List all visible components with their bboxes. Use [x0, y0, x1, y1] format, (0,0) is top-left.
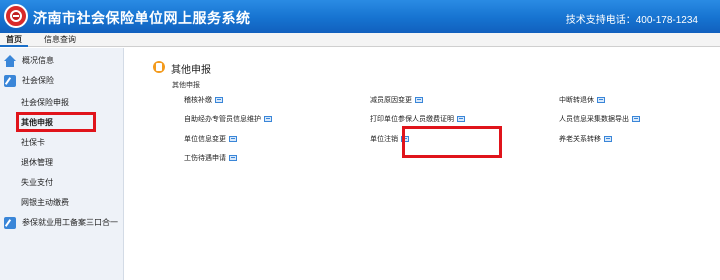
tab-info-query[interactable]: 信息查询 — [38, 33, 82, 47]
sidebar-item-unemployment[interactable]: 失业支付 — [0, 174, 124, 192]
section-subtitle: 其他申报 — [172, 82, 200, 89]
edit-icon — [4, 75, 16, 87]
link-interrupt-to-retire[interactable]: 中断转退休 — [559, 96, 605, 106]
link-agent-info-maintain[interactable]: 自助经办专管员信息维护 — [184, 115, 272, 125]
link-print-payment-proof[interactable]: 打印单位参保人员缴费证明 — [370, 115, 465, 125]
sidebar-item-social-insurance[interactable]: 社会保险 — [0, 72, 124, 90]
section-title: 其他申报 — [171, 65, 211, 76]
sidebar-item-social-card[interactable]: 社保卡 — [0, 134, 124, 152]
link-label: 减员原因变更 — [370, 97, 412, 104]
top-nav: 首页 信息查询 — [0, 33, 720, 47]
link-label: 自助经办专管员信息维护 — [184, 116, 261, 123]
highlight-box-sidebar — [16, 112, 96, 132]
link-injury-benefit-apply[interactable]: 工伤待遇申请 — [184, 154, 237, 164]
open-icon — [632, 116, 640, 123]
link-label: 稽核补缴 — [184, 97, 212, 104]
link-reduction-reason-change[interactable]: 减员原因变更 — [370, 96, 423, 106]
link-label: 养老关系转移 — [559, 136, 601, 143]
sidebar: 概况信息 社会保险 社会保险申报 其他申报 社保卡 退休管理 失业支付 网银主动… — [0, 48, 124, 280]
app-title: 济南市社会保险单位网上服务系统 — [33, 10, 251, 26]
edit-icon — [4, 217, 16, 229]
open-icon — [597, 97, 605, 104]
open-icon — [415, 97, 423, 104]
main-content: 其他申报 其他申报 稽核补缴 减员原因变更 中断转退休 自助经办专管员信息维护 … — [125, 48, 720, 280]
link-label: 人员信息采集数据导出 — [559, 116, 629, 123]
open-icon — [604, 136, 612, 143]
home-icon — [4, 55, 16, 67]
open-icon — [264, 116, 272, 123]
open-icon — [457, 116, 465, 123]
sidebar-item-social-insurance-declare[interactable]: 社会保险申报 — [0, 94, 124, 112]
link-audit-backpay[interactable]: 稽核补缴 — [184, 96, 223, 106]
link-pension-transfer[interactable]: 养老关系转移 — [559, 135, 612, 145]
tab-home[interactable]: 首页 — [0, 33, 28, 47]
highlight-box-pension-transfer — [402, 126, 502, 158]
support-phone: 技术支持电话：400-178-1234 — [565, 15, 698, 26]
open-icon — [229, 136, 237, 143]
link-label: 单位注销 — [370, 136, 398, 143]
link-label: 单位信息变更 — [184, 136, 226, 143]
sidebar-item-overview[interactable]: 概况信息 — [0, 52, 124, 70]
sidebar-item-label: 概况信息 — [22, 56, 54, 65]
link-personnel-data-export[interactable]: 人员信息采集数据导出 — [559, 115, 640, 125]
open-icon — [229, 155, 237, 162]
sidebar-item-retirement[interactable]: 退休管理 — [0, 154, 124, 172]
sidebar-item-online-payment[interactable]: 网银主动缴费 — [0, 194, 124, 212]
link-label: 打印单位参保人员缴费证明 — [370, 116, 454, 123]
link-unit-info-change[interactable]: 单位信息变更 — [184, 135, 237, 145]
sidebar-item-employment-filing[interactable]: 参保就业用工备案三口合一 — [0, 214, 124, 232]
link-label: 工伤待遇申请 — [184, 155, 226, 162]
sidebar-item-label: 社会保险 — [22, 76, 54, 85]
app-header: 济南市社会保险单位网上服务系统 技术支持电话：400-178-1234 — [0, 0, 720, 33]
social-insurance-logo-icon — [4, 4, 28, 28]
open-icon — [215, 97, 223, 104]
sidebar-item-label: 参保就业用工备案三口合一 — [22, 218, 118, 227]
document-icon — [153, 61, 165, 73]
link-label: 中断转退休 — [559, 97, 594, 104]
